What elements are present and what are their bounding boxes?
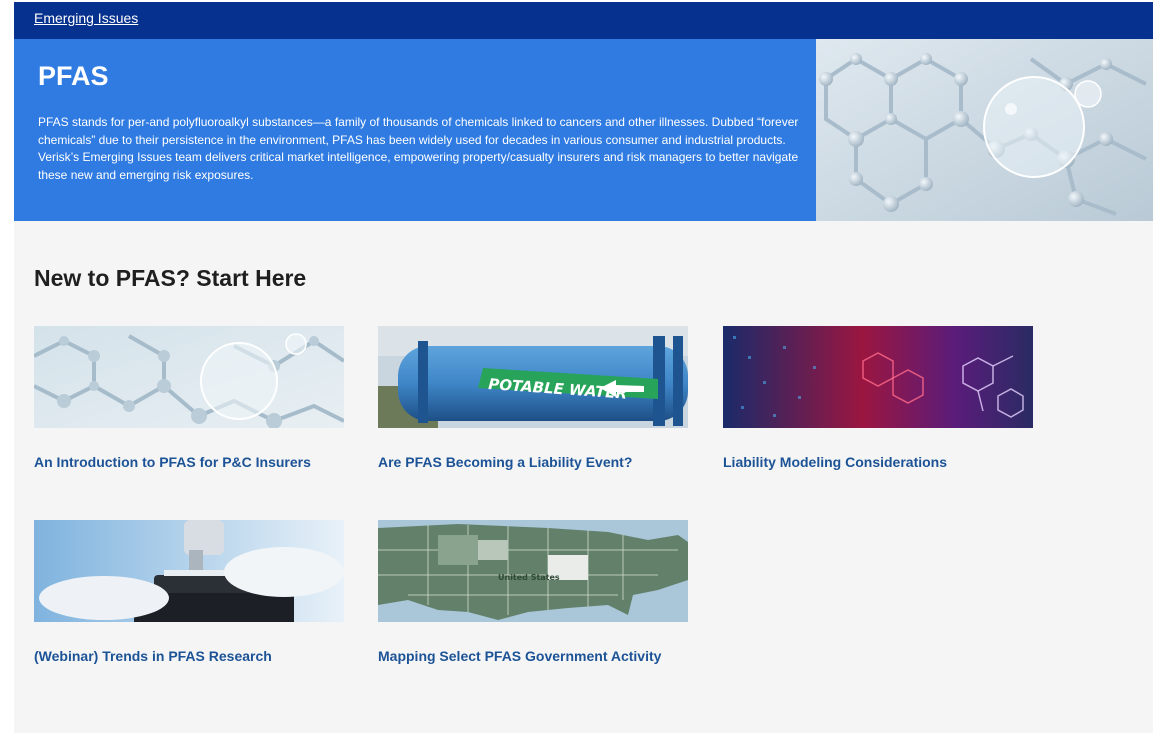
card-thumbnail-molecule[interactable] [34, 326, 344, 428]
card-thumbnail-water-pipe[interactable]: POTABLE WATER [378, 326, 688, 428]
breadcrumb-emerging-issues-link[interactable]: Emerging Issues [34, 10, 138, 26]
hero-description: PFAS stands for per-and polyfluoroalkyl … [38, 115, 799, 182]
card-thumbnail-microscope[interactable] [34, 520, 344, 622]
card-title-link[interactable]: Mapping Select PFAS Government Activity [378, 646, 688, 666]
section-title: New to PFAS? Start Here [34, 265, 307, 291]
hero-banner: PFAS PFAS stands for per-and polyfluoroa… [14, 39, 1153, 221]
page-title: PFAS [38, 61, 109, 91]
article-card: United States Mapping Select PFAS Govern… [378, 520, 688, 666]
article-card: POTABLE WATER Are PFAS Becoming a Liabil… [378, 326, 688, 472]
article-card: Liability Modeling Considerations [723, 326, 1033, 472]
article-card: (Webinar) Trends in PFAS Research [34, 520, 344, 666]
article-card: An Introduction to PFAS for P&C Insurers [34, 326, 344, 472]
map-label: United States [498, 573, 560, 582]
card-thumbnail-chemical-abstract[interactable] [723, 326, 1033, 428]
card-title-link[interactable]: Liability Modeling Considerations [723, 452, 1033, 472]
card-title-link[interactable]: (Webinar) Trends in PFAS Research [34, 646, 344, 666]
card-thumbnail-us-map[interactable]: United States [378, 520, 688, 622]
page: Emerging Issues PFAS PFAS stands for per… [14, 2, 1153, 733]
top-nav-bar: Emerging Issues [14, 2, 1153, 39]
hero-molecule-image [816, 39, 1153, 221]
card-title-link[interactable]: An Introduction to PFAS for P&C Insurers [34, 452, 344, 472]
card-title-link[interactable]: Are PFAS Becoming a Liability Event? [378, 452, 688, 472]
